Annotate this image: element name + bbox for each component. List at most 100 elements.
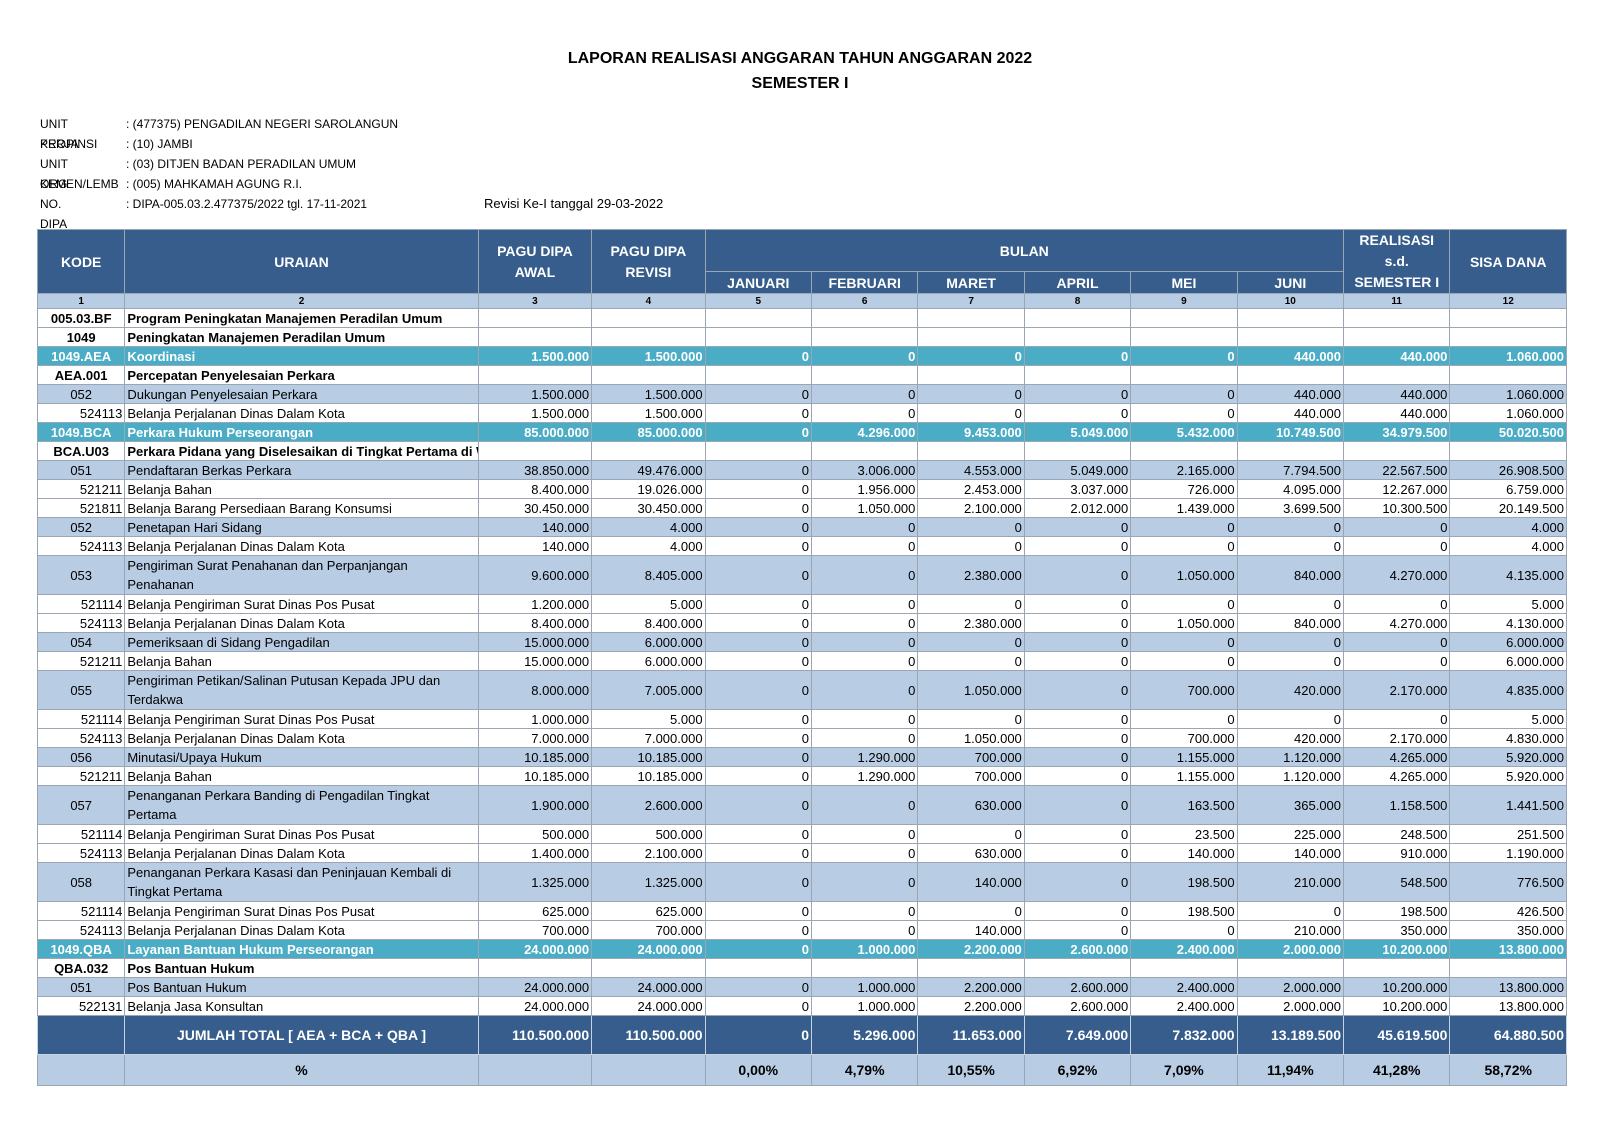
row-uraian: Belanja Perjalanan Dinas Dalam Kota <box>124 536 479 556</box>
row-value: 700.000 <box>1130 670 1238 710</box>
row-kode: 521114 <box>36 901 126 921</box>
table-row: 522131 Belanja Jasa Konsultan 24.000.000 24… <box>36 996 1567 1016</box>
row-value: 5.000 <box>1449 709 1567 729</box>
row-value: 0 <box>1130 632 1238 652</box>
row-value: 0 <box>917 403 1025 423</box>
table-row: 005.03.BF Program Peningkatan Manajemen P… <box>36 308 1567 328</box>
table-row: 524113 Belanja Perjalanan Dinas Dalam Kot… <box>36 536 1567 556</box>
row-value: 1.060.000 <box>1449 346 1567 366</box>
row-value: 4.000 <box>591 536 706 556</box>
row-value: 10.185.000 <box>591 766 706 786</box>
row-value <box>1130 327 1238 347</box>
row-value <box>1449 441 1567 461</box>
row-value: 10.749.500 <box>1236 422 1345 442</box>
row-value: 198.500 <box>1343 901 1451 921</box>
row-value: 0 <box>1130 346 1238 366</box>
row-value: 24.000.000 <box>477 939 593 959</box>
row-value: 1.050.000 <box>917 728 1025 748</box>
row-value: 6.000.000 <box>591 651 706 671</box>
row-value: 440.000 <box>1236 403 1345 423</box>
row-value: 0 <box>1023 403 1132 423</box>
row-value: 7.794.500 <box>1236 460 1345 480</box>
row-value: 85.000.000 <box>477 422 593 442</box>
total-value: 0 <box>704 1015 812 1055</box>
table-row: 524113 Belanja Perjalanan Dinas Dalam Kot… <box>36 728 1567 748</box>
row-value: 0 <box>704 939 812 959</box>
row-value <box>1236 308 1345 328</box>
table-row: 1049 Peningkatan Manajemen Peradilan Umum <box>36 327 1567 347</box>
row-value: 2.200.000 <box>917 977 1025 997</box>
column-number: 4 <box>591 293 706 309</box>
row-value: 0 <box>1023 843 1132 863</box>
row-value: 2.400.000 <box>1130 996 1238 1016</box>
row-value: 0 <box>704 479 812 499</box>
col-header-month: JANUARI <box>704 271 812 294</box>
col-header-kode: KODE <box>36 229 126 294</box>
row-kode: 521211 <box>36 479 126 499</box>
col-header-month: FEBRUARI <box>810 271 919 294</box>
row-value <box>1236 327 1345 347</box>
row-kode: BCA.U03 <box>36 441 126 461</box>
row-value: 0 <box>1130 920 1238 940</box>
row-value <box>477 441 593 461</box>
row-value: 0 <box>704 498 812 518</box>
meta-value: : (005) MAHKAMAH AGUNG R.I. <box>126 177 303 191</box>
row-value <box>1449 365 1567 385</box>
row-value: 0 <box>810 920 919 940</box>
row-value: 0 <box>917 594 1025 614</box>
row-value: 5.049.000 <box>1023 460 1132 480</box>
total-value: 110.500.000 <box>591 1015 706 1055</box>
row-value <box>1343 365 1451 385</box>
column-number: 5 <box>704 293 812 309</box>
row-value: 2.000.000 <box>1236 977 1345 997</box>
column-number: 9 <box>1130 293 1238 309</box>
percent-label: % <box>124 1054 479 1086</box>
row-value: 0 <box>1343 536 1451 556</box>
row-value: 198.500 <box>1130 862 1238 902</box>
row-value: 2.380.000 <box>917 555 1025 595</box>
row-value: 0 <box>704 728 812 748</box>
row-value: 350.000 <box>1449 920 1567 940</box>
row-kode: 524113 <box>36 843 126 863</box>
row-value <box>591 441 706 461</box>
row-value: 0 <box>1023 555 1132 595</box>
row-value: 4.000 <box>1449 517 1567 537</box>
row-value: 30.450.000 <box>591 498 706 518</box>
row-value: 0 <box>810 517 919 537</box>
row-value: 0 <box>704 920 812 940</box>
row-value: 0 <box>704 651 812 671</box>
row-value: 4.553.000 <box>917 460 1025 480</box>
row-uraian: Belanja Perjalanan Dinas Dalam Kota <box>124 843 479 863</box>
row-value: 0 <box>1023 632 1132 652</box>
row-value: 0 <box>1023 728 1132 748</box>
percent-value: 7,09% <box>1130 1054 1238 1086</box>
row-value: 365.000 <box>1236 785 1345 825</box>
row-value: 0 <box>1023 384 1132 404</box>
row-uraian: Belanja Perjalanan Dinas Dalam Kota <box>124 403 479 423</box>
budget-table: KODE URAIAN PAGU DIPA AWAL PAGU DIPA REV… <box>36 228 1567 1086</box>
row-value: 0 <box>1236 632 1345 652</box>
row-value: 4.095.000 <box>1236 479 1345 499</box>
row-value: 1.050.000 <box>917 670 1025 710</box>
row-value: 0 <box>1023 613 1132 633</box>
row-value: 0 <box>1023 536 1132 556</box>
row-value: 700.000 <box>1130 728 1238 748</box>
total-value: 11.653.000 <box>917 1015 1025 1055</box>
row-kode: 1049.BCA <box>36 422 126 442</box>
row-value: 0 <box>1236 651 1345 671</box>
row-value: 0 <box>810 824 919 844</box>
row-value: 6.759.000 <box>1449 479 1567 499</box>
row-value: 1.500.000 <box>477 403 593 423</box>
row-value <box>917 365 1025 385</box>
row-value: 0 <box>1023 901 1132 921</box>
table-row: 056 Minutasi/Upaya Hukum 10.185.000 10.185.… <box>36 747 1567 767</box>
row-uraian: Peningkatan Manajemen Peradilan Umum <box>124 327 479 347</box>
row-value: 840.000 <box>1236 613 1345 633</box>
row-value: 0 <box>704 555 812 595</box>
row-value: 8.405.000 <box>591 555 706 595</box>
table-row: 521114 Belanja Pengiriman Surat Dinas Pos… <box>36 594 1567 614</box>
row-value <box>477 365 593 385</box>
percent-value: 6,92% <box>1023 1054 1132 1086</box>
column-number-row: 1 2 3 4 5 6 7 8 9 10 11 12 <box>36 293 1567 309</box>
row-value: 2.000.000 <box>1236 939 1345 959</box>
